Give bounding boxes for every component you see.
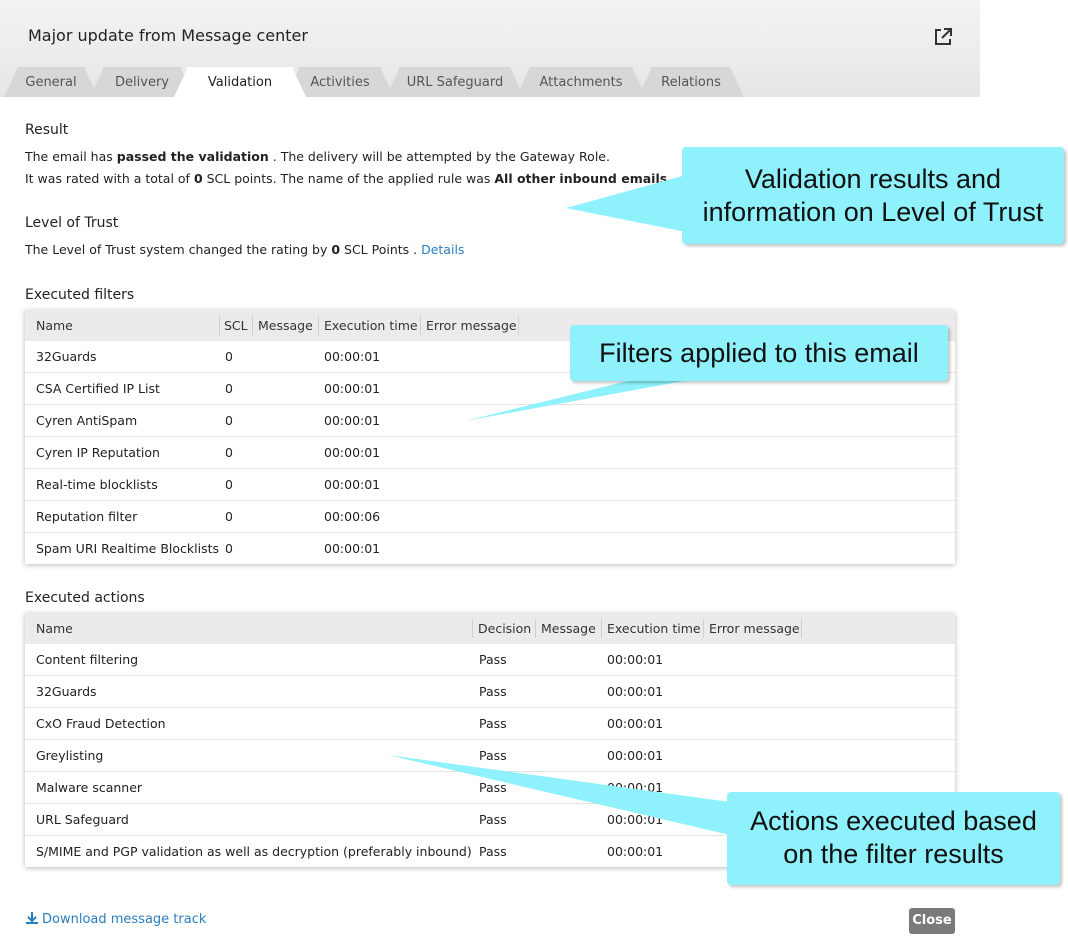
tab-bar: General Delivery Validation Activities U… [0, 67, 980, 97]
action-row[interactable]: Greylisting Pass 00:00:01 [25, 739, 955, 771]
action-time-cell: 00:00:01 [607, 812, 664, 827]
tab-general[interactable]: General [4, 67, 98, 97]
filters-col-execution-time[interactable]: Execution time [324, 316, 421, 335]
action-time-cell: 00:00:01 [607, 652, 664, 667]
trust-line: The Level of Trust system changed the ra… [25, 242, 465, 257]
filters-title: Executed filters [25, 287, 135, 303]
actions-table-header: Name Decision Message Execution time Err… [25, 613, 955, 644]
download-icon [26, 912, 38, 924]
filter-time-cell: 00:00:01 [324, 445, 381, 460]
action-name-cell: CxO Fraud Detection [36, 716, 166, 731]
filter-scl-cell: 0 [225, 509, 233, 524]
action-decision-cell: Pass [479, 748, 507, 763]
action-name-cell: Content filtering [36, 652, 139, 667]
action-name-cell: Greylisting [36, 748, 104, 763]
external-link-icon[interactable] [933, 27, 953, 47]
filter-scl-cell: 0 [225, 477, 233, 492]
filter-scl-cell: 0 [225, 413, 233, 428]
filter-time-cell: 00:00:01 [324, 381, 381, 396]
dialog-title: Major update from Message center [28, 26, 308, 45]
action-row[interactable]: 32Guards Pass 00:00:01 [25, 675, 955, 707]
action-decision-cell: Pass [479, 716, 507, 731]
actions-col-error-message[interactable]: Error message [709, 619, 802, 638]
action-time-cell: 00:00:01 [607, 844, 664, 859]
filters-col-error-message[interactable]: Error message [426, 316, 519, 335]
filter-name-cell: CSA Certified IP List [36, 381, 160, 396]
validation-callout-line-1: Validation results and [744, 164, 1002, 194]
filter-scl-cell: 0 [225, 445, 233, 460]
filter-name-cell: Spam URI Realtime Blocklists [36, 541, 220, 556]
tab-url-safeguard[interactable]: URL Safeguard [386, 67, 524, 97]
filter-row[interactable]: Reputation filter 0 00:00:06 [25, 500, 955, 532]
filter-time-cell: 00:00:01 [324, 541, 381, 556]
filter-name-cell: Reputation filter [36, 509, 138, 524]
action-decision-cell: Pass [479, 780, 507, 795]
close-button[interactable]: Close [909, 908, 955, 934]
action-decision-cell: Pass [479, 812, 507, 827]
filter-time-cell: 00:00:01 [324, 349, 381, 364]
actions-callout-line-1: Actions executed based [750, 806, 1037, 836]
filters-col-name[interactable]: Name [36, 316, 220, 335]
action-row[interactable]: CxO Fraud Detection Pass 00:00:01 [25, 707, 955, 739]
action-name-cell: S/MIME and PGP validation as well as dec… [36, 844, 472, 859]
filter-time-cell: 00:00:01 [324, 477, 381, 492]
filter-scl-cell: 0 [225, 541, 233, 556]
filter-name-cell: 32Guards [36, 349, 97, 364]
filter-time-cell: 00:00:01 [324, 413, 381, 428]
tab-validation[interactable]: Validation [174, 67, 306, 97]
filter-row[interactable]: Cyren IP Reputation 0 00:00:01 [25, 436, 955, 468]
filters-callout: Filters applied to this email [570, 325, 948, 381]
result-line-2: It was rated with a total of 0 SCL point… [25, 171, 676, 186]
action-row[interactable]: Content filtering Pass 00:00:01 [25, 644, 955, 675]
action-time-cell: 00:00:01 [607, 780, 664, 795]
actions-title: Executed actions [25, 590, 145, 606]
action-decision-cell: Pass [479, 652, 507, 667]
actions-col-decision[interactable]: Decision [478, 619, 536, 638]
filter-name-cell: Real-time blocklists [36, 477, 158, 492]
actions-callout: Actions executed based on the filter res… [727, 792, 1060, 885]
tab-attachments[interactable]: Attachments [516, 67, 646, 97]
action-decision-cell: Pass [479, 844, 507, 859]
filter-row[interactable]: Real-time blocklists 0 00:00:01 [25, 468, 955, 500]
filter-scl-cell: 0 [225, 381, 233, 396]
actions-col-message[interactable]: Message [541, 619, 602, 638]
filter-name-cell: Cyren IP Reputation [36, 445, 160, 460]
result-line-1: The email has passed the validation . Th… [25, 149, 610, 164]
validation-callout-line-2: information on Level of Trust [702, 197, 1044, 227]
filter-time-cell: 00:00:06 [324, 509, 381, 524]
tab-relations[interactable]: Relations [638, 67, 744, 97]
download-label: Download message track [42, 912, 207, 927]
action-name-cell: Malware scanner [36, 780, 143, 795]
dialog-header: Major update from Message center General… [0, 0, 980, 97]
download-message-track-link[interactable]: Download message track [25, 911, 206, 927]
actions-col-name[interactable]: Name [36, 619, 473, 638]
action-name-cell: 32Guards [36, 684, 97, 699]
actions-col-execution-time[interactable]: Execution time [607, 619, 704, 638]
result-title: Result [25, 122, 69, 138]
action-name-cell: URL Safeguard [36, 812, 129, 827]
trust-title: Level of Trust [25, 215, 119, 231]
filters-col-message[interactable]: Message [258, 316, 319, 335]
filter-row[interactable]: Spam URI Realtime Blocklists 0 00:00:01 [25, 532, 955, 564]
filter-scl-cell: 0 [225, 349, 233, 364]
filters-col-scl[interactable]: SCL [224, 316, 253, 335]
validation-callout: Validation results and information on Le… [682, 147, 1064, 244]
details-link[interactable]: Details [421, 242, 464, 257]
filter-name-cell: Cyren AntiSpam [36, 413, 138, 428]
filter-row[interactable]: Cyren AntiSpam 0 00:00:01 [25, 404, 955, 436]
action-time-cell: 00:00:01 [607, 684, 664, 699]
action-time-cell: 00:00:01 [607, 748, 664, 763]
action-decision-cell: Pass [479, 684, 507, 699]
action-time-cell: 00:00:01 [607, 716, 664, 731]
actions-callout-line-2: on the filter results [783, 839, 1004, 869]
